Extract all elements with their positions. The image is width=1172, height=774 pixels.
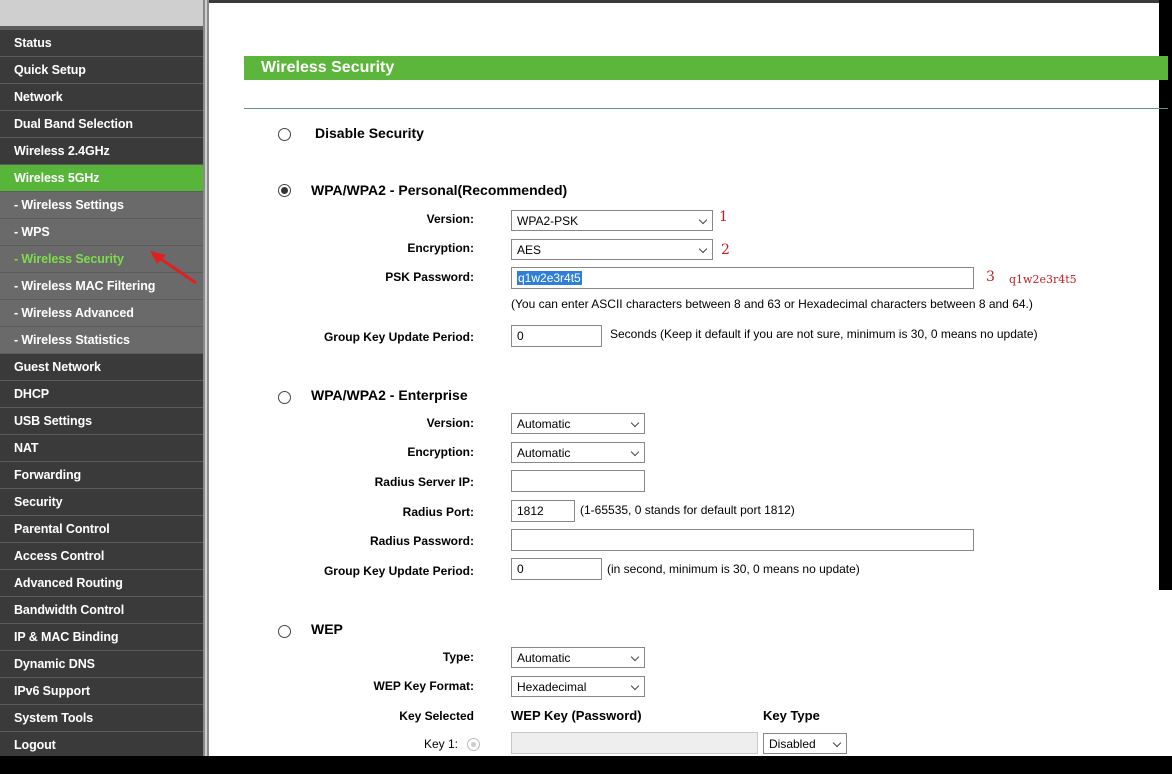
sidebar-item-logout[interactable]: Logout [0,732,203,756]
personal-version-select[interactable]: WPA2-PSK [511,210,713,231]
personal-encryption-select[interactable]: AES [511,239,713,260]
annotation-3-text: q1w2e3r4t5 [1009,273,1077,286]
psk-password-value: q1w2e3r4t5 [517,271,582,285]
sidebar-item-ipv6-support[interactable]: IPv6 Support [0,678,203,705]
psk-password-hint: (You can enter ASCII characters between … [511,297,1033,311]
enterprise-encryption-value: Automatic [517,446,571,460]
enterprise-gkup-value: 0 [517,562,524,576]
key1-radio[interactable] [467,738,480,751]
wpa-personal-radio[interactable] [278,184,291,197]
key1-input[interactable] [511,732,758,754]
wep-format-label: WEP Key Format: [373,679,474,693]
wpa-enterprise-title: WPA/WPA2 - Enterprise [311,387,468,403]
chevron-down-icon [698,244,708,254]
sidebar-item-guest-network[interactable]: Guest Network [0,354,203,381]
main-content: Wireless Security Disable Security WPA/W… [209,0,1172,756]
sidebar-item-ip-mac-binding[interactable]: IP & MAC Binding [0,624,203,651]
sidebar-item-security[interactable]: Security [0,489,203,516]
sidebar-item-parental-control[interactable]: Parental Control [0,516,203,543]
enterprise-gkup-input[interactable]: 0 [511,558,602,580]
annotation-1: 1 [719,209,728,225]
sidebar-item-dhcp[interactable]: DHCP [0,381,203,408]
sidebar-item-status[interactable]: Status [0,30,203,57]
sidebar-item-forwarding[interactable]: Forwarding [0,462,203,489]
personal-gkup-input[interactable]: 0 [511,325,602,347]
enterprise-gkup-label: Group Key Update Period: [323,564,474,578]
sidebar-item-wireless-5ghz[interactable]: Wireless 5GHz [0,165,203,192]
personal-encryption-value: AES [517,243,542,257]
disable-security-label: Disable Security [315,125,424,141]
wep-type-label: Type: [442,650,474,664]
sidebar-item-dynamic-dns[interactable]: Dynamic DNS [0,651,203,678]
wpa-enterprise-radio[interactable] [278,391,291,404]
personal-gkup-value: 0 [517,329,524,343]
wep-type-value: Automatic [517,651,571,665]
sidebar-top-strip [0,0,203,30]
key-selected-header: Key Selected [399,709,474,723]
page-title: Wireless Security [244,56,1168,80]
wep-title: WEP [311,621,343,637]
wep-format-value: Hexadecimal [517,680,587,694]
title-divider [244,108,1168,109]
personal-encryption-label: Encryption: [407,241,474,255]
radius-port-value: 1812 [517,504,544,518]
chevron-down-icon [630,652,640,662]
sidebar-item-nat[interactable]: NAT [0,435,203,462]
annotation-2: 2 [721,242,730,258]
wpa-personal-title: WPA/WPA2 - Personal(Recommended) [311,182,568,198]
wep-type-select[interactable]: Automatic [511,647,645,668]
radius-ip-input[interactable] [511,470,645,492]
sidebar-item-wireless-advanced[interactable]: - Wireless Advanced [0,300,203,327]
disable-security-radio[interactable] [278,128,291,141]
wep-format-select[interactable]: Hexadecimal [511,676,645,697]
radius-password-label: Radius Password: [369,534,474,548]
key1-type-value: Disabled [769,737,816,751]
right-edge [1159,0,1172,590]
sidebar-item-wps[interactable]: - WPS [0,219,203,246]
enterprise-version-select[interactable]: Automatic [511,413,645,434]
psk-password-label: PSK Password: [385,270,474,284]
personal-gkup-label: Group Key Update Period: [323,330,474,344]
sidebar-item-advanced-routing[interactable]: Advanced Routing [0,570,203,597]
psk-password-input[interactable]: q1w2e3r4t5 [511,267,974,289]
sidebar-item-access-control[interactable]: Access Control [0,543,203,570]
wep-radio[interactable] [278,625,291,638]
chevron-down-icon [630,447,640,457]
red-arrow-annotation [150,251,197,285]
chevron-down-icon [630,418,640,428]
radius-port-hint: (1-65535, 0 stands for default port 1812… [580,503,795,517]
chevron-down-icon [832,738,842,748]
enterprise-encryption-label: Encryption: [407,445,474,459]
sidebar-item-quick-setup[interactable]: Quick Setup [0,57,203,84]
sidebar-item-usb-settings[interactable]: USB Settings [0,408,203,435]
sidebar-menu: Status Quick Setup Network Dual Band Select… [0,30,203,756]
personal-version-value: WPA2-PSK [517,214,579,228]
sidebar-item-wireless-settings[interactable]: - Wireless Settings [0,192,203,219]
sidebar-nav: Status Quick Setup Network Dual Band Select… [0,0,203,756]
enterprise-version-value: Automatic [517,417,571,431]
sidebar-item-bandwidth-control[interactable]: Bandwidth Control [0,597,203,624]
sidebar-item-network[interactable]: Network [0,84,203,111]
personal-version-label: Version: [426,212,474,226]
sidebar-item-system-tools[interactable]: System Tools [0,705,203,732]
radius-port-input[interactable]: 1812 [511,500,575,522]
radius-port-label: Radius Port: [402,505,474,519]
annotation-3: 3 [986,269,995,285]
key1-label: Key 1: [424,737,459,751]
radius-password-input[interactable] [511,529,974,551]
sidebar-item-wireless-2-4ghz[interactable]: Wireless 2.4GHz [0,138,203,165]
radius-ip-label: Radius Server IP: [374,475,474,489]
chevron-down-icon [630,681,640,691]
sidebar-item-dual-band-selection[interactable]: Dual Band Selection [0,111,203,138]
top-border [209,0,1163,3]
key-type-header: Key Type [763,708,820,723]
enterprise-gkup-hint: (in second, minimum is 30, 0 means no up… [607,562,860,576]
chevron-down-icon [698,215,708,225]
wep-key-header: WEP Key (Password) [511,708,642,723]
enterprise-encryption-select[interactable]: Automatic [511,442,645,463]
sidebar-item-wireless-statistics[interactable]: - Wireless Statistics [0,327,203,354]
key1-type-select[interactable]: Disabled [763,733,847,754]
enterprise-version-label: Version: [426,416,474,430]
personal-gkup-hint: Seconds (Keep it default if you are not … [610,327,1038,341]
